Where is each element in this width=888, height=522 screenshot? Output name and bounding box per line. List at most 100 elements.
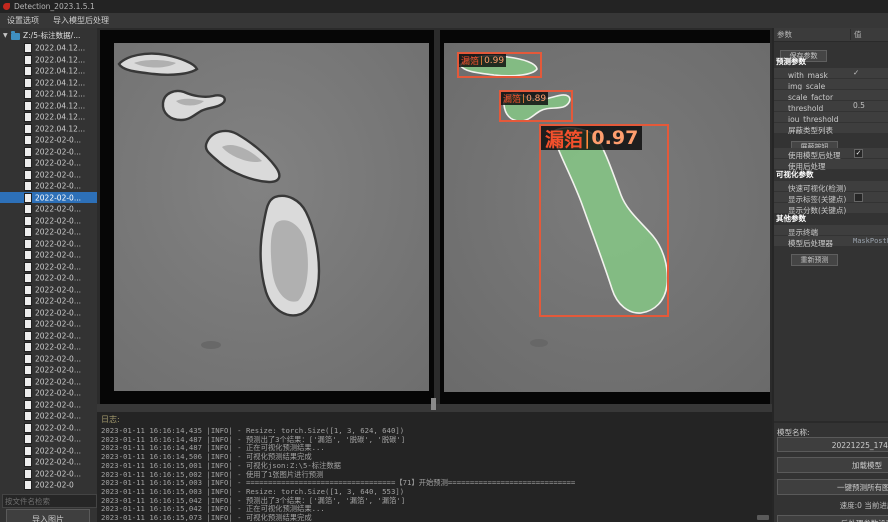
tree-item-label: 2022-02-0... xyxy=(35,308,81,317)
file-icon xyxy=(25,90,31,98)
tree-item[interactable]: 2022.04.12... xyxy=(0,54,97,66)
param-row[interactable]: scale_factor xyxy=(774,90,888,100)
detection-label: 漏箔|0.89 xyxy=(501,92,548,105)
tree-item[interactable]: 2022-02-0... xyxy=(0,433,97,445)
tree-item[interactable]: 2022-02-0... xyxy=(0,295,97,307)
tree-item[interactable]: 2022-02-0... xyxy=(0,226,97,238)
param-button-row: 重新预测 xyxy=(774,247,888,260)
tree-item[interactable]: 2022-02-0... xyxy=(0,445,97,457)
image-viewer-prediction[interactable]: 漏箔|0.99 漏箔|0.89 漏箔|0.97 xyxy=(440,30,770,404)
tree-item[interactable]: 2022-02-0... xyxy=(0,307,97,319)
tree-item[interactable]: 2022-02-0 xyxy=(0,479,97,491)
tree-item[interactable]: 2022-02-0... xyxy=(0,422,97,434)
tree-item[interactable]: 2022-02-0... xyxy=(0,468,97,480)
model-name-field[interactable]: 20221225_174813 xyxy=(777,437,888,452)
tree-item[interactable]: 2022-02-0... xyxy=(0,284,97,296)
tree-item[interactable]: 2022-02-0... xyxy=(0,169,97,181)
param-value: 0.5 xyxy=(853,101,865,111)
param-row[interactable]: 显示标签(关键点) xyxy=(774,192,888,202)
load-model-button[interactable]: 加载模型 xyxy=(777,457,888,473)
param-checkbox[interactable]: ✓ xyxy=(854,149,863,158)
param-row[interactable]: 模型后处理器 MaskPostPro xyxy=(774,236,888,246)
param-row[interactable]: img_scale xyxy=(774,79,888,89)
log-lines: 2023-01-11 16:16:14,435 |INFO| - Resize:… xyxy=(101,427,772,522)
param-row[interactable]: 快速可视化(检测) xyxy=(774,181,888,191)
tree-item[interactable]: 2022-02-0... xyxy=(0,341,97,353)
menu-import-postprocess[interactable]: 导入模型后处理 xyxy=(46,13,116,28)
tree-item[interactable]: 2022-02-0... xyxy=(0,261,97,273)
tree-item[interactable]: 2022-02-0... xyxy=(0,192,97,204)
param-button-row: 屏蔽按钮 xyxy=(774,134,888,147)
tree-item-label: 2022.04.12... xyxy=(35,101,85,110)
tree-item[interactable]: 2022-02-0... xyxy=(0,238,97,250)
param-row[interactable]: iou_threshold xyxy=(774,112,888,122)
postprocess-settings-button[interactable]: 后处理参数设置 xyxy=(777,515,888,522)
tree-root-folder[interactable]: ▼ Z:/5-标注数据/... xyxy=(0,30,97,42)
tree-item[interactable]: 2022.04.12... xyxy=(0,42,97,54)
tree-item[interactable]: 2022-02-0... xyxy=(0,456,97,468)
progress-text: 速度:0 当前进度 xyxy=(777,500,888,512)
tree-item-label: 2022-02-0 xyxy=(35,480,74,489)
tree-item-label: 2022-02-0... xyxy=(35,170,81,179)
param-row[interactable]: 显示分数(关键点) xyxy=(774,203,888,213)
menu-settings[interactable]: 设置选项 xyxy=(0,13,46,28)
tree-item-label: 2022.04.12... xyxy=(35,112,85,121)
image-viewer-original[interactable] xyxy=(100,30,434,404)
tree-item-label: 2022-02-0... xyxy=(35,400,81,409)
tree-item[interactable]: 2022-02-0... xyxy=(0,318,97,330)
tree-item[interactable]: 2022-02-0... xyxy=(0,330,97,342)
tree-item[interactable]: 2022.04.12... xyxy=(0,65,97,77)
tree-item[interactable]: 2022-02-0... xyxy=(0,157,97,169)
caret-down-icon[interactable]: ▼ xyxy=(3,30,11,42)
tree-item[interactable]: 2022-02-0... xyxy=(0,180,97,192)
param-row[interactable]: 屏蔽类型列表 xyxy=(774,123,888,133)
tree-item[interactable]: 2022-02-0... xyxy=(0,364,97,376)
tree-item[interactable]: 2022-02-0... xyxy=(0,215,97,227)
tree-item[interactable]: 2022-02-0... xyxy=(0,410,97,422)
file-icon xyxy=(25,458,31,466)
tree-item-label: 2022-02-0... xyxy=(35,411,81,420)
param-checkbox[interactable] xyxy=(854,193,863,202)
tree-item[interactable]: 2022-02-0... xyxy=(0,249,97,261)
search-input[interactable] xyxy=(2,494,97,508)
tree-item[interactable]: 2022-02-0... xyxy=(0,203,97,215)
tree-item-label: 2022-02-0... xyxy=(35,342,81,351)
param-button[interactable]: 重新预测 xyxy=(791,254,838,266)
tree-item[interactable]: 2022-02-0... xyxy=(0,146,97,158)
param-row[interactable]: 显示终端 xyxy=(774,225,888,235)
label-divider: | xyxy=(522,94,525,104)
param-row[interactable]: 使用后处理 xyxy=(774,159,888,169)
tree-item[interactable]: 2022-02-0... xyxy=(0,387,97,399)
tree-root-label: Z:/5-标注数据/... xyxy=(23,31,80,40)
tree-item[interactable]: 2022.04.12... xyxy=(0,100,97,112)
param-button-row: 保存参数 xyxy=(774,43,888,56)
param-row[interactable]: with_mask ✓ xyxy=(774,68,888,78)
tree-item-label: 2022-02-0... xyxy=(35,227,81,236)
detection-box: 漏箔|0.89 xyxy=(499,90,573,122)
tree-item[interactable]: 2022.04.12... xyxy=(0,88,97,100)
param-row[interactable]: 使用模型后处理 ✓ xyxy=(774,148,888,158)
tree-item-label: 2022-02-0... xyxy=(35,388,81,397)
tree-item[interactable]: 2022.04.12... xyxy=(0,111,97,123)
tree-item[interactable]: 2022-02-0... xyxy=(0,376,97,388)
label-divider: | xyxy=(480,56,483,66)
file-icon xyxy=(25,113,31,121)
tree-item[interactable]: 2022.04.12... xyxy=(0,123,97,135)
tree-item-label: 2022-02-0... xyxy=(35,319,81,328)
tree-item[interactable]: 2022-02-0... xyxy=(0,134,97,146)
tree-item[interactable]: 2022.04.12... xyxy=(0,77,97,89)
log-scrollbar-thumb[interactable] xyxy=(757,515,769,520)
app-window: Detection_2023.1.5.1 设置选项 导入模型后处理 ▼Z:/5-… xyxy=(0,0,888,522)
tree-item-label: 2022-02-0... xyxy=(35,239,81,248)
file-icon xyxy=(25,297,31,305)
tree-item-label: 2022.04.12... xyxy=(35,78,85,87)
import-images-button[interactable]: 导入图片 xyxy=(6,509,90,522)
splitter-handle[interactable] xyxy=(431,398,436,410)
image-smudge xyxy=(201,341,221,349)
tree-item[interactable]: 2022-02-0... xyxy=(0,399,97,411)
file-icon xyxy=(25,435,31,443)
param-row[interactable]: threshold 0.5 xyxy=(774,101,888,111)
predict-all-button[interactable]: 一键预测所有图片 xyxy=(777,479,888,495)
tree-item[interactable]: 2022-02-0... xyxy=(0,353,97,365)
tree-item[interactable]: 2022-02-0... xyxy=(0,272,97,284)
